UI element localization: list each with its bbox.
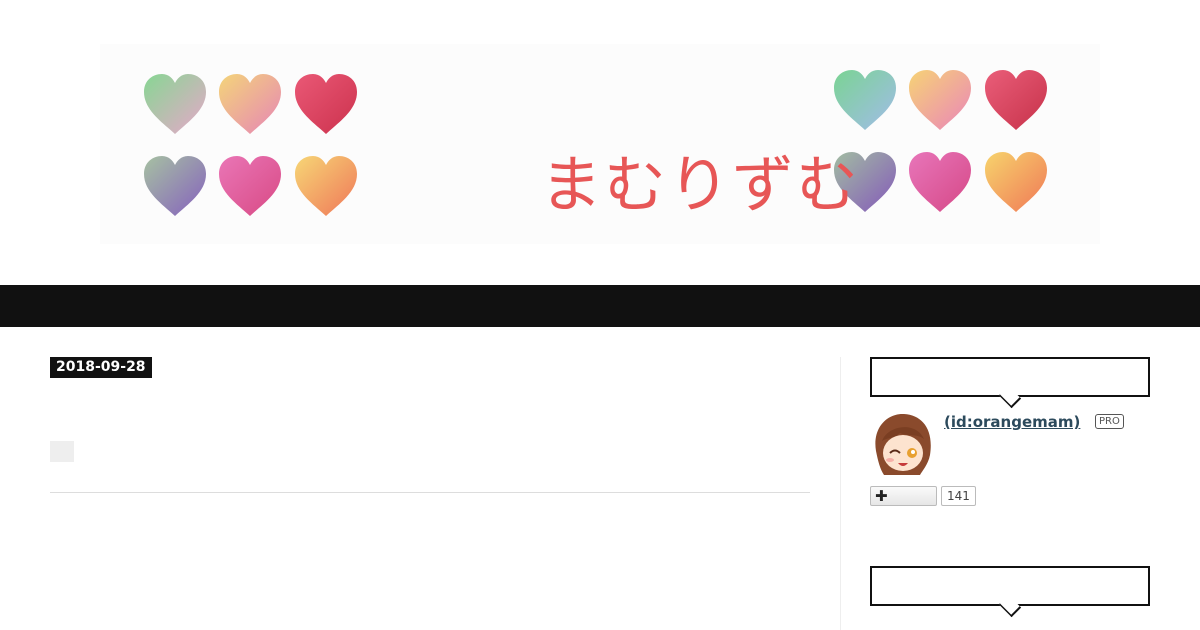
heart-icon: [985, 152, 1047, 212]
heart-icon: [985, 70, 1047, 130]
entry-thumbnail-placeholder: [50, 441, 74, 462]
heart-icon: [909, 152, 971, 212]
global-navigation-bar: [0, 285, 1200, 327]
blog-title[interactable]: まむりずむ: [540, 154, 860, 216]
header-banner-image[interactable]: まむりずむ: [100, 44, 1100, 244]
profile-user-id-link[interactable]: (id:orangemam): [944, 413, 1080, 431]
sidebar-divider: [840, 357, 841, 630]
avatar-illustration-icon: [870, 411, 934, 475]
heart-icon: [144, 156, 206, 216]
pro-badge[interactable]: PRO: [1095, 414, 1124, 429]
entry-date[interactable]: 2018-09-28: [50, 357, 152, 378]
heart-icon: [295, 74, 357, 134]
speech-tail-icon: [998, 385, 1022, 409]
heart-icon: [834, 70, 896, 130]
avatar[interactable]: [870, 411, 934, 475]
heart-icon: [219, 74, 281, 134]
heart-icon: [295, 156, 357, 216]
subscriber-count[interactable]: 141: [941, 486, 976, 506]
plus-icon: ✚: [875, 487, 888, 505]
main-content: 2018-09-28: [50, 357, 810, 630]
heart-icon: [144, 74, 206, 134]
blog-header: まむりずむ: [0, 0, 1200, 285]
subscribe-button[interactable]: ✚: [870, 486, 937, 506]
profile-module-title: [870, 357, 1150, 409]
speech-tail-icon: [998, 594, 1022, 618]
sidebar-module-title: [870, 566, 1150, 618]
entry-divider: [50, 492, 810, 493]
heart-icon: [219, 156, 281, 216]
heart-icon: [909, 70, 971, 130]
